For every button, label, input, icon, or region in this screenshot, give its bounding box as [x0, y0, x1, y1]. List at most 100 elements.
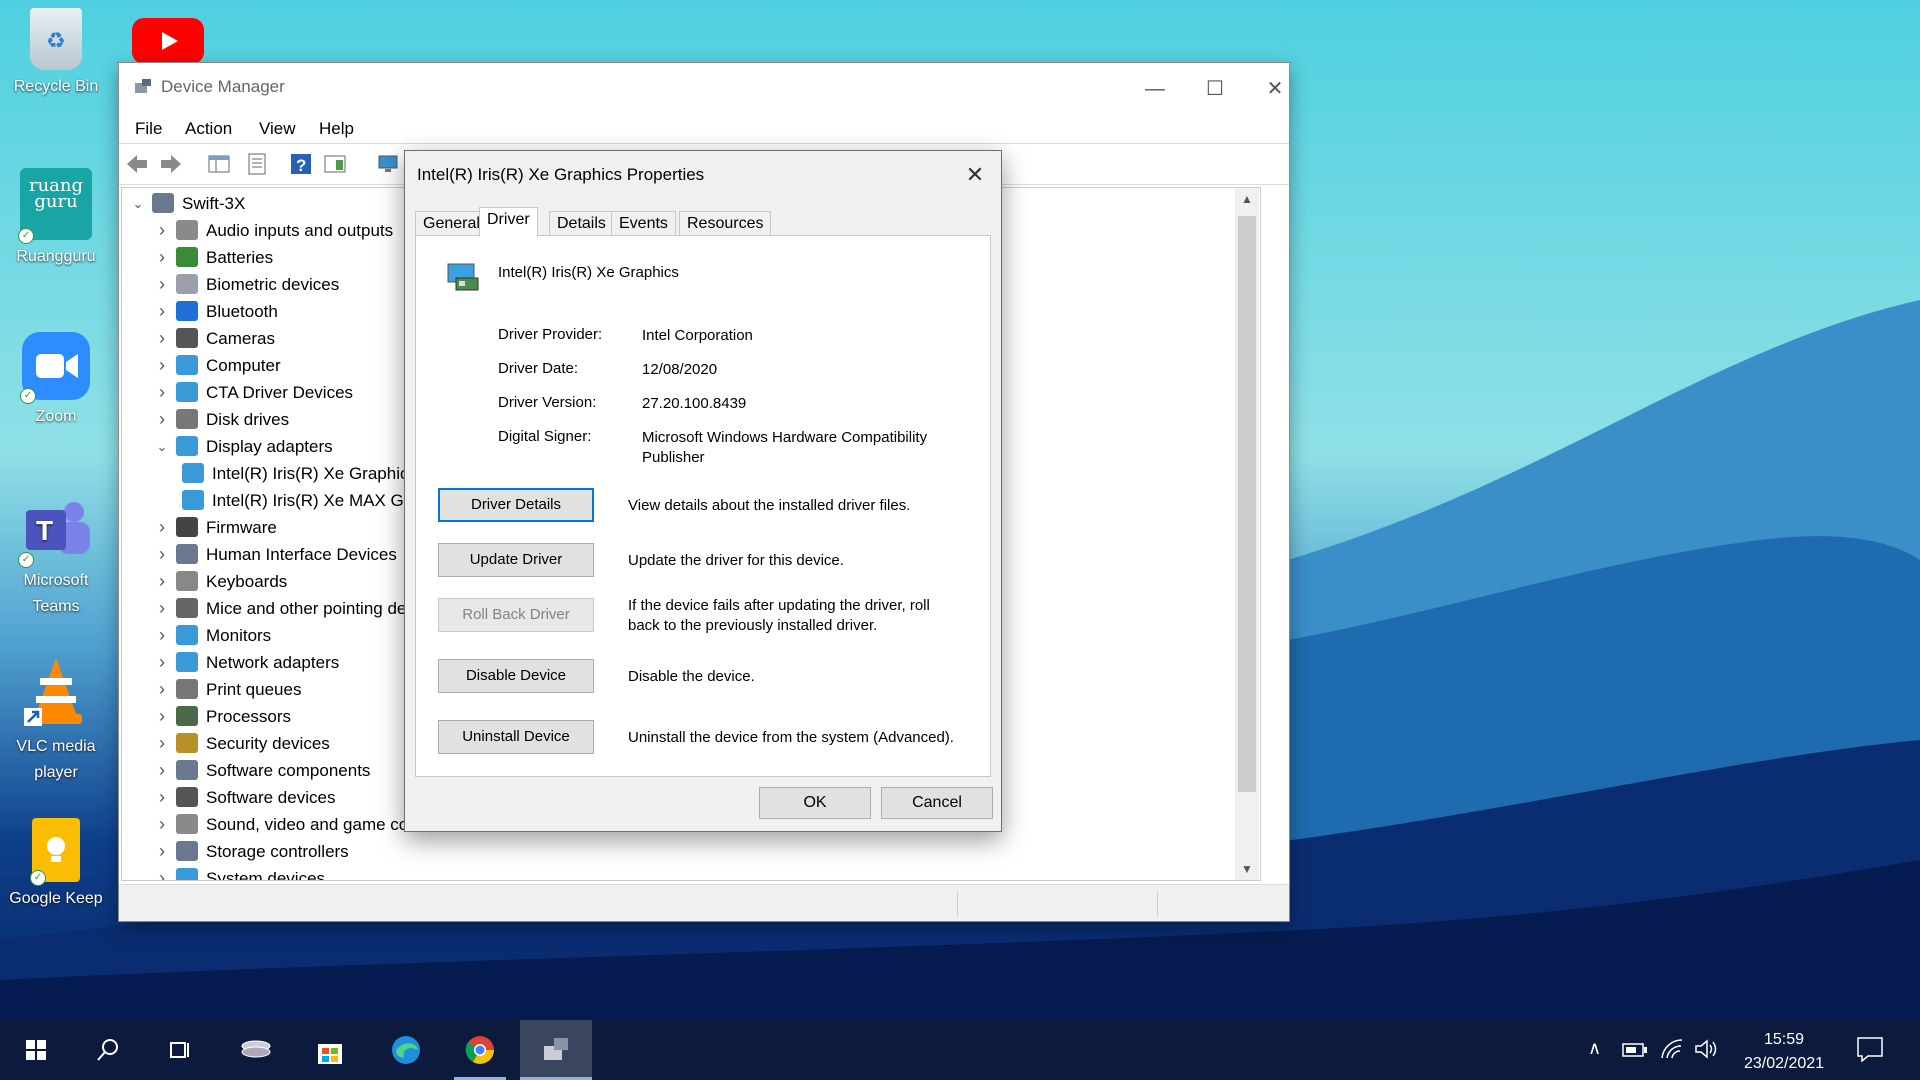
menu-action[interactable]: Action — [185, 119, 232, 139]
chevron-down-icon[interactable]: ⌄ — [130, 190, 146, 217]
vertical-scrollbar[interactable]: ▲ ▼ — [1235, 188, 1259, 880]
chevron-right-icon[interactable]: › — [154, 568, 170, 595]
volume-icon[interactable] — [1694, 1038, 1720, 1060]
start-button[interactable] — [0, 1020, 72, 1080]
properties-icon[interactable] — [245, 152, 269, 176]
maximize-button[interactable]: ☐ — [1185, 69, 1245, 109]
sync-status-icon: ✓ — [30, 870, 46, 886]
chevron-right-icon[interactable]: › — [154, 271, 170, 298]
chevron-right-icon[interactable]: › — [154, 676, 170, 703]
search-icon — [97, 1039, 118, 1061]
scroll-up-icon[interactable]: ▲ — [1235, 192, 1259, 206]
update-driver-button[interactable]: Update Driver — [438, 543, 594, 577]
desktop-icon-recycle-bin[interactable]: ♻ Recycle Bin — [0, 8, 112, 100]
chevron-right-icon[interactable]: › — [154, 514, 170, 541]
tab-events[interactable]: Events — [611, 211, 676, 236]
roll-back-driver-button[interactable]: Roll Back Driver — [438, 598, 594, 632]
task-view-button[interactable] — [144, 1020, 216, 1080]
scrollbar-thumb[interactable] — [1238, 216, 1256, 792]
driver-details-button[interactable]: Driver Details — [438, 488, 594, 522]
show-hide-console-tree-icon[interactable] — [207, 152, 231, 176]
taskbar-app-chrome[interactable] — [444, 1020, 516, 1080]
display-adapter-icon — [447, 263, 479, 291]
chevron-right-icon[interactable]: › — [154, 865, 170, 880]
chevron-right-icon[interactable]: › — [154, 622, 170, 649]
taskbar-app-device-manager[interactable] — [520, 1020, 592, 1080]
clock[interactable]: 15:59 23/02/2021 — [1724, 1028, 1844, 1076]
chevron-right-icon[interactable]: › — [154, 811, 170, 838]
close-button[interactable]: ✕ — [1245, 69, 1305, 109]
chevron-right-icon[interactable]: › — [154, 784, 170, 811]
show-hidden-icons-button[interactable]: ∧ — [1588, 1038, 1601, 1059]
chevron-right-icon[interactable]: › — [154, 379, 170, 406]
chevron-right-icon[interactable]: › — [154, 406, 170, 433]
ok-button[interactable]: OK — [759, 787, 871, 819]
recycle-bin-icon: ♻ — [30, 8, 82, 70]
minimize-button[interactable]: — — [1125, 69, 1185, 109]
chevron-right-icon[interactable]: › — [154, 649, 170, 676]
tab-driver[interactable]: Driver — [479, 207, 538, 237]
dialog-close-button[interactable]: ✕ — [955, 155, 995, 195]
chevron-right-icon[interactable]: › — [154, 703, 170, 730]
search-button[interactable] — [72, 1020, 144, 1080]
wifi-icon[interactable] — [1660, 1038, 1684, 1060]
uninstall-device-button[interactable]: Uninstall Device — [438, 720, 594, 754]
status-divider — [957, 891, 958, 917]
tree-item-label: Storage controllers — [206, 842, 349, 861]
help-icon[interactable]: ? — [289, 152, 313, 176]
chevron-down-icon[interactable]: ⌄ — [154, 433, 170, 460]
desktop-icon-ruangguru[interactable]: ruang guru ✓ Ruangguru — [0, 168, 112, 270]
status-divider — [1157, 891, 1158, 917]
scroll-down-icon[interactable]: ▼ — [1235, 862, 1259, 876]
update-driver-description: Update the driver for this device. — [628, 552, 844, 569]
tree-item[interactable]: › Storage controllers — [154, 838, 1222, 865]
desktop-icon-google-keep[interactable]: ✓ Google Keep — [0, 818, 112, 912]
desktop-icon-label: Recycle Bin — [13, 78, 99, 95]
tab-resources[interactable]: Resources — [679, 211, 772, 236]
desktop-icon-youtube[interactable] — [128, 18, 208, 68]
disable-device-button[interactable]: Disable Device — [438, 659, 594, 693]
speaker-icon — [176, 814, 198, 834]
chevron-right-icon[interactable]: › — [154, 217, 170, 244]
chevron-right-icon[interactable]: › — [154, 244, 170, 271]
menu-file[interactable]: File — [135, 119, 162, 139]
tree-item-label: Bluetooth — [206, 302, 278, 321]
desktop-icon-label: Google Keep — [9, 890, 103, 907]
desktop-icon-microsoft-teams[interactable]: T ✓ Microsoft Teams — [0, 496, 112, 620]
hid-icon — [176, 544, 198, 564]
title-bar[interactable]: Device Manager — ☐ ✕ — [119, 63, 1289, 115]
chevron-right-icon[interactable]: › — [154, 757, 170, 784]
store-icon — [318, 1044, 342, 1064]
chevron-right-icon[interactable]: › — [154, 595, 170, 622]
tree-item-label: System devices — [206, 869, 326, 881]
driver-tab-panel: Intel(R) Iris(R) Xe Graphics Driver Prov… — [415, 235, 991, 777]
tab-general[interactable]: General — [415, 211, 488, 236]
chevron-right-icon[interactable]: › — [154, 325, 170, 352]
tab-details[interactable]: Details — [549, 211, 614, 236]
forward-arrow-icon[interactable] — [159, 152, 183, 176]
menu-view[interactable]: View — [259, 119, 296, 139]
chevron-right-icon[interactable]: › — [154, 730, 170, 757]
chevron-right-icon[interactable]: › — [154, 838, 170, 865]
menu-help[interactable]: Help — [319, 119, 354, 139]
properties-dialog[interactable]: Intel(R) Iris(R) Xe Graphics Properties … — [404, 150, 1002, 832]
chevron-right-icon[interactable]: › — [154, 352, 170, 379]
cancel-button[interactable]: Cancel — [881, 787, 993, 819]
desktop-icon-zoom[interactable]: ✓ Zoom — [0, 332, 112, 430]
tree-item-label: Computer — [206, 356, 281, 375]
tree-item-label: Software components — [206, 761, 371, 780]
taskbar: ∧ 15:59 23/02/2021 — [0, 1020, 1920, 1080]
taskbar-app-drive[interactable] — [220, 1020, 292, 1080]
battery-icon[interactable] — [1622, 1042, 1648, 1058]
chevron-right-icon[interactable]: › — [154, 298, 170, 325]
desktop-icon-vlc[interactable]: VLC media player — [0, 656, 112, 786]
tree-item[interactable]: › System devices — [154, 865, 1222, 881]
taskbar-app-store[interactable] — [294, 1020, 366, 1080]
scan-hardware-icon[interactable] — [377, 152, 401, 176]
taskbar-app-edge[interactable] — [370, 1020, 442, 1080]
back-arrow-icon[interactable] — [125, 152, 149, 176]
action-center-icon[interactable] — [1856, 1036, 1884, 1062]
chevron-right-icon[interactable]: › — [154, 541, 170, 568]
show-action-pane-icon[interactable] — [323, 152, 347, 176]
ruangguru-icon: ruang guru ✓ — [18, 168, 92, 244]
